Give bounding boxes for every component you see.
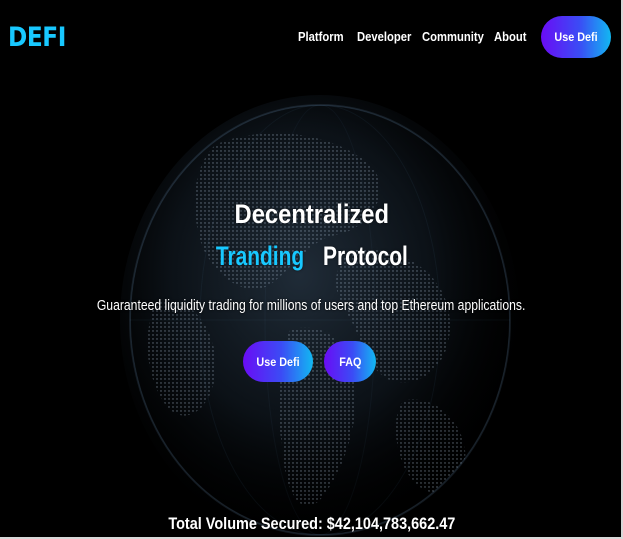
hero-title-line2: Tranding Protocol [0,241,621,272]
hero-title-accent: Tranding [215,241,305,271]
faq-label: FAQ [338,354,362,369]
hero-use-defi-label: Use Defi [256,354,300,369]
nav-item-developer[interactable]: Developer [357,30,411,44]
site-header: DEFI Platform Developer Community About … [0,0,621,75]
nav-item-platform[interactable]: Platform [298,30,344,44]
nav-item-about[interactable]: About [494,30,526,44]
hero-title-rest: Protocol [322,241,408,271]
hero-use-defi-button[interactable]: Use Defi [243,341,313,382]
faq-button[interactable]: FAQ [324,341,376,382]
total-volume: Total Volume Secured: $42,104,783,662.47 [0,514,621,534]
hero-subtitle-text: Guaranteed liquidity trading for million… [97,298,526,314]
hero-title-line1-text: Decentralized [234,199,389,229]
hero-title-line1: Decentralized [0,199,621,230]
nav-item-community[interactable]: Community [422,30,484,44]
page: DEFI Platform Developer Community About … [0,0,623,539]
logo[interactable]: DEFI [8,22,66,53]
hero-subtitle: Guaranteed liquidity trading for million… [0,298,621,314]
header-use-defi-label: Use Defi [554,30,598,44]
total-volume-text: Total Volume Secured: $42,104,783,662.47 [167,514,456,533]
header-use-defi-button[interactable]: Use Defi [541,16,611,58]
